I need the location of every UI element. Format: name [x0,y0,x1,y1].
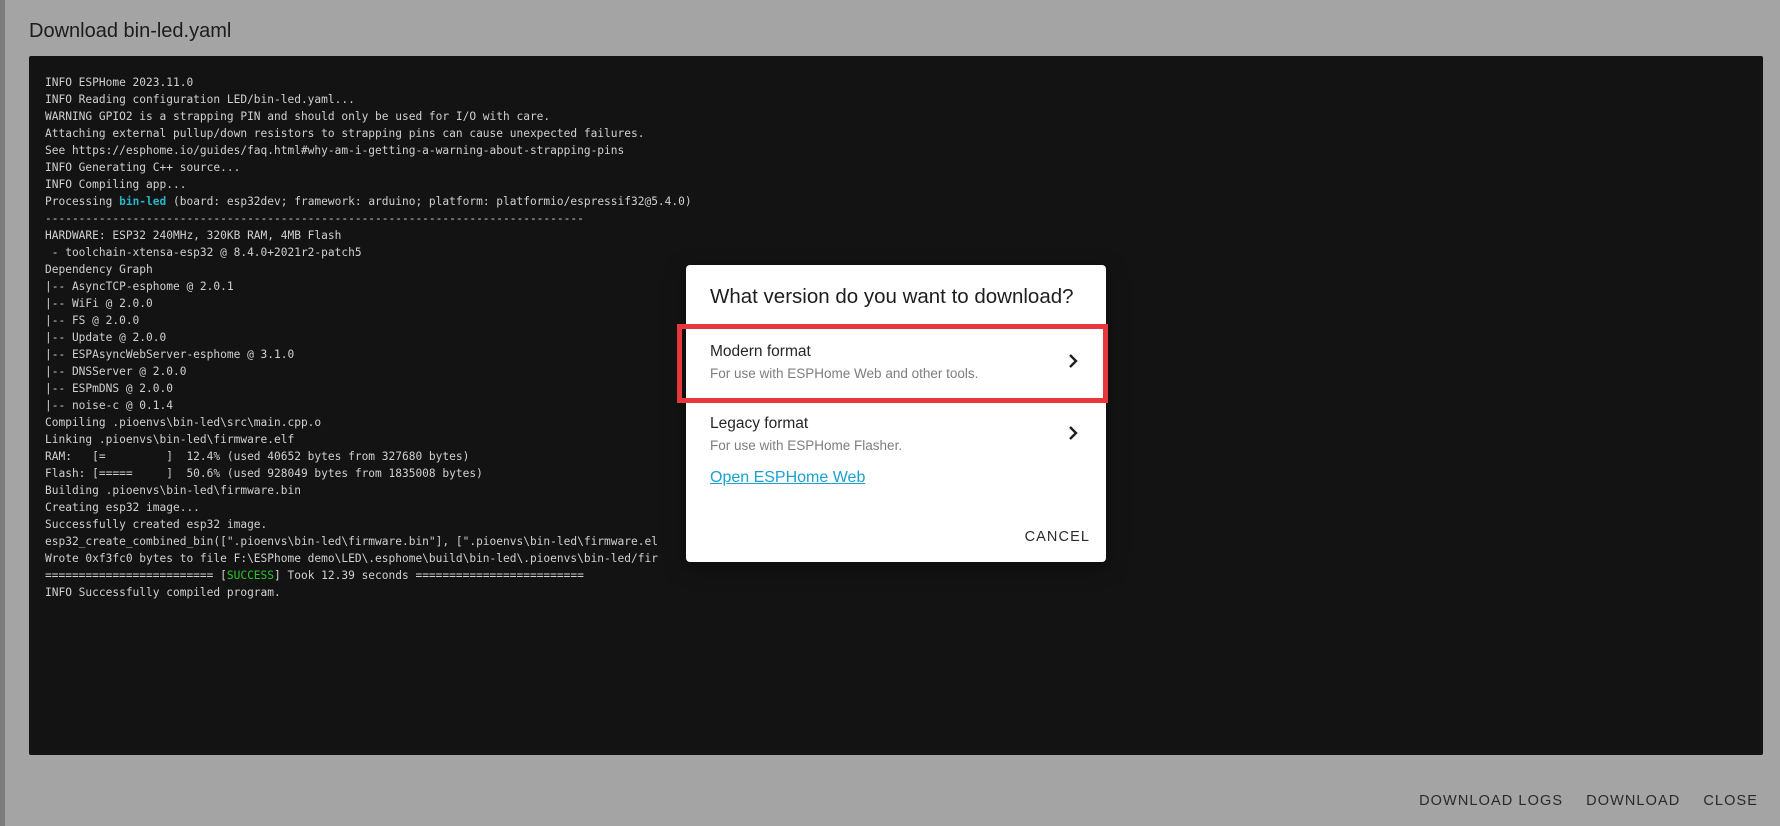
log-segment: esp32_create_combined_bin([".pioenvs\bin… [45,535,658,548]
close-button[interactable]: CLOSE [1703,793,1758,809]
log-segment: (board: esp32dev; framework: arduino; pl… [166,195,692,208]
log-segment: RAM: [= ] 12.4% (used 40652 bytes from 3… [45,450,470,463]
option-subtitle: For use with ESPHome Flasher. [710,438,903,453]
log-line: INFO Compiling app... [45,176,1763,193]
log-line: INFO ESPHome 2023.11.0 [45,74,1763,91]
log-segment: INFO Reading configuration LED/bin-led.y… [45,93,355,106]
log-segment: Attaching external pullup/down resistors… [45,127,645,140]
log-line: Processing bin-led (board: esp32dev; fra… [45,193,1763,210]
modal-title: What version do you want to download? [710,285,1074,308]
log-segment: |-- DNSServer @ 2.0.0 [45,365,187,378]
log-segment: |-- WiFi @ 2.0.0 [45,297,153,310]
log-segment: |-- ESPmDNS @ 2.0.0 [45,382,173,395]
log-segment: |-- ESPAsyncWebServer-esphome @ 3.1.0 [45,348,295,361]
chevron-right-icon [1069,426,1078,440]
log-segment: |-- Update @ 2.0.0 [45,331,167,344]
chevron-right-icon [1069,354,1078,368]
log-segment: INFO Successfully compiled program. [45,586,281,599]
log-segment: HARDWARE: ESP32 240MHz, 320KB RAM, 4MB F… [45,229,342,242]
dialog-title: Download bin-led.yaml [29,20,232,42]
dialog-actions: DOWNLOAD LOGS DOWNLOAD CLOSE [1419,793,1758,809]
open-esphome-web-link[interactable]: Open ESPHome Web [710,469,865,487]
option-title: Modern format [710,343,811,360]
log-line: See https://esphome.io/guides/faq.html#w… [45,142,1763,159]
log-line: ----------------------------------------… [45,210,1763,227]
log-segment: INFO Compiling app... [45,178,187,191]
log-line: ========================= [SUCCESS] Took… [45,567,1763,584]
legacy-format-option[interactable]: Legacy format For use with ESPHome Flash… [686,401,1106,465]
log-line: Attaching external pullup/down resistors… [45,125,1763,142]
log-line: INFO Reading configuration LED/bin-led.y… [45,91,1763,108]
log-segment: Linking .pioenvs\bin-led\firmware.elf [45,433,295,446]
log-line: INFO Successfully compiled program. [45,584,1763,601]
log-line: HARDWARE: ESP32 240MHz, 320KB RAM, 4MB F… [45,227,1763,244]
log-segment: ----------------------------------------… [45,212,584,225]
window-edge [0,0,5,826]
log-segment: Successfully created esp32 image. [45,518,268,531]
log-segment: Processing [45,195,120,208]
option-title: Legacy format [710,415,809,432]
log-segment: INFO ESPHome 2023.11.0 [45,76,194,89]
log-segment: Building .pioenvs\bin-led\firmware.bin [45,484,301,497]
log-segment: ] Took 12.39 seconds ===================… [274,569,584,582]
cancel-button[interactable]: CANCEL [1025,529,1090,545]
download-version-modal: What version do you want to download? Mo… [686,265,1106,562]
log-segment: ========================= [ [45,569,227,582]
log-segment: Dependency Graph [45,263,153,276]
log-segment: |-- noise-c @ 0.1.4 [45,399,173,412]
log-line: - toolchain-xtensa-esp32 @ 8.4.0+2021r2-… [45,244,1763,261]
log-segment: Wrote 0xf3fc0 bytes to file F:\ESPhome d… [45,552,658,565]
log-segment: SUCCESS [226,569,275,582]
option-subtitle: For use with ESPHome Web and other tools… [710,366,979,381]
log-segment: bin-led [119,195,167,208]
log-line: INFO Generating C++ source... [45,159,1763,176]
download-logs-button[interactable]: DOWNLOAD LOGS [1419,793,1563,809]
log-segment: Compiling .pioenvs\bin-led\src\main.cpp.… [45,416,322,429]
log-segment: INFO Generating C++ source... [45,161,241,174]
log-line: WARNING GPIO2 is a strapping PIN and sho… [45,108,1763,125]
log-segment: See https://esphome.io/guides/faq.html#w… [45,144,625,157]
log-segment: - toolchain-xtensa-esp32 @ 8.4.0+2021r2-… [45,246,362,259]
log-segment: WARNING GPIO2 is a strapping PIN and sho… [45,110,551,123]
download-button[interactable]: DOWNLOAD [1586,793,1680,809]
log-segment: Creating esp32 image... [45,501,200,514]
log-segment: |-- FS @ 2.0.0 [45,314,140,327]
modern-format-option[interactable]: Modern format For use with ESPHome Web a… [686,329,1106,393]
log-segment: Flash: [===== ] 50.6% (used 928049 bytes… [45,467,483,480]
log-segment: |-- AsyncTCP-esphome @ 2.0.1 [45,280,234,293]
